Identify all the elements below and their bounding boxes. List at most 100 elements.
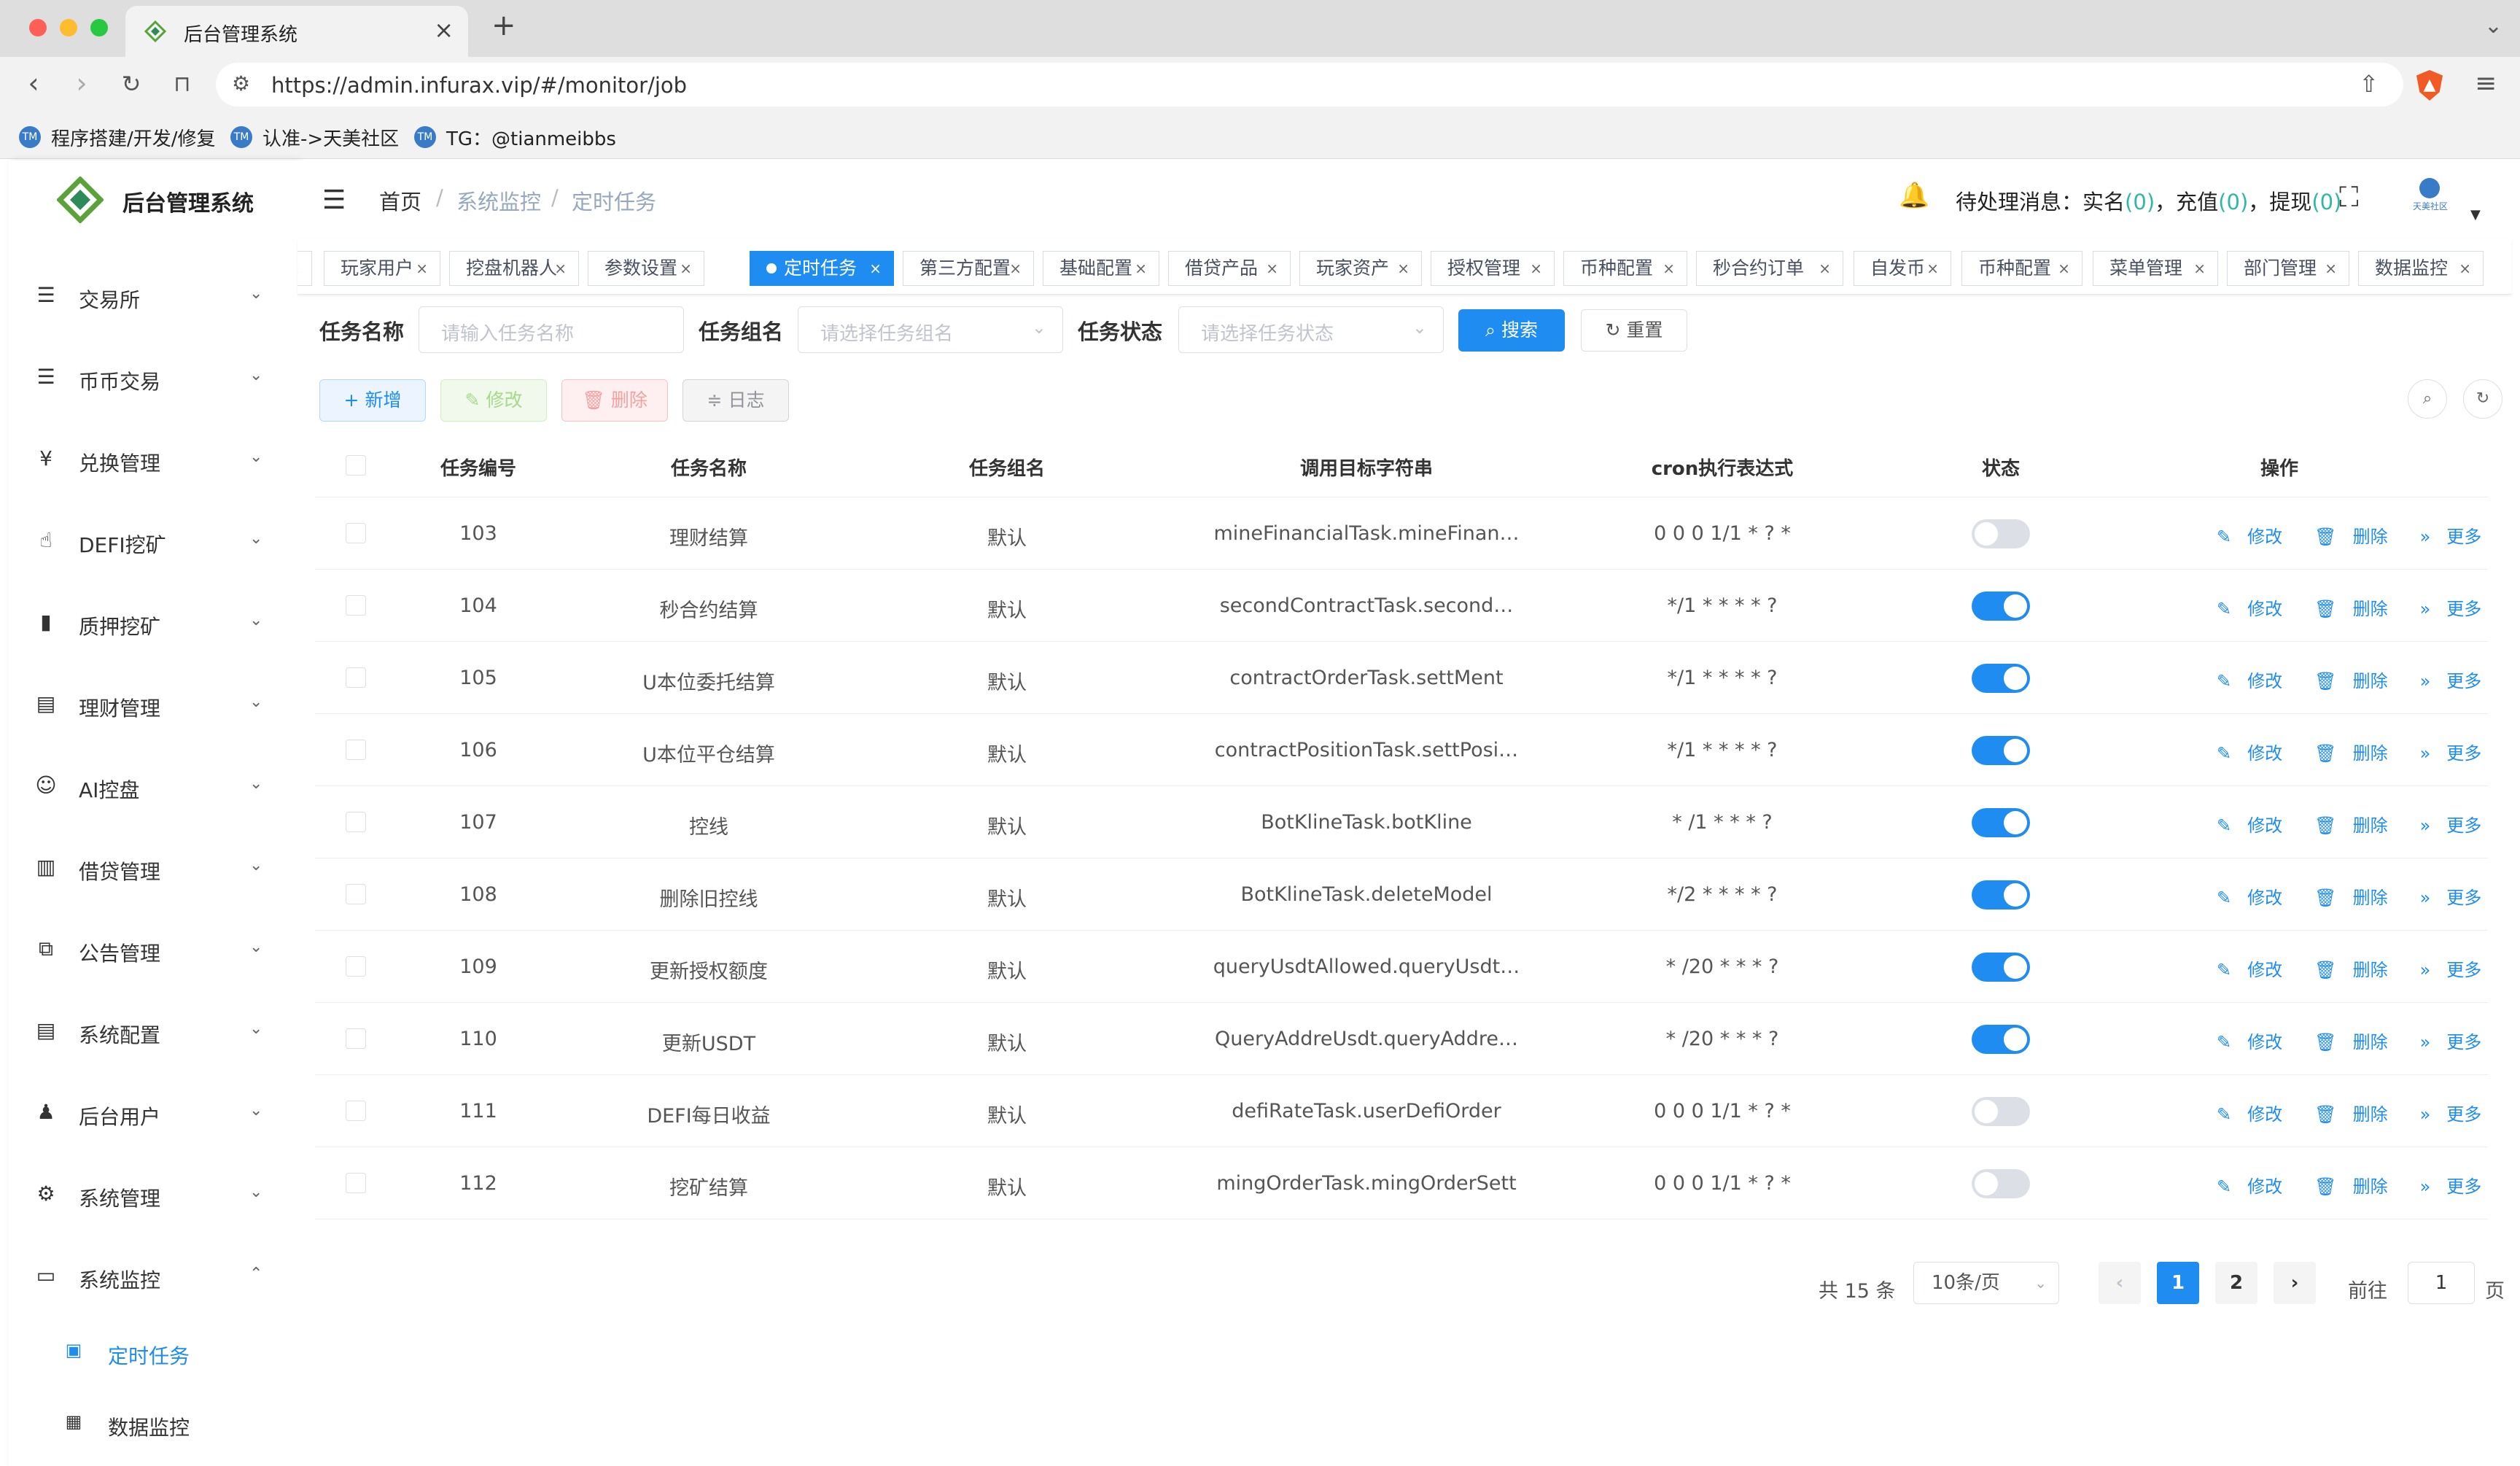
- select-all-checkbox[interactable]: [346, 455, 366, 476]
- page-size-select[interactable]: 10条/页 ⌄: [1913, 1262, 2059, 1304]
- row-edit-link[interactable]: ✎ 修改: [2217, 1176, 2298, 1197]
- page-button-1[interactable]: 1: [2157, 1262, 2199, 1304]
- close-icon[interactable]: ×: [2058, 252, 2070, 285]
- status-switch[interactable]: [1972, 953, 2030, 982]
- reload-icon[interactable]: ↻: [114, 70, 149, 98]
- row-edit-link[interactable]: ✎ 修改: [2217, 888, 2298, 908]
- goto-page-input[interactable]: 1: [2408, 1262, 2475, 1304]
- close-icon[interactable]: ×: [680, 252, 692, 285]
- sidebar-item-conversion[interactable]: ¥ 兑换管理 ⌄: [9, 422, 298, 495]
- page-button-2[interactable]: 2: [2215, 1262, 2258, 1304]
- close-icon[interactable]: ×: [416, 252, 428, 285]
- row-delete-link[interactable]: 🗑 删除: [2314, 960, 2403, 980]
- browser-tab[interactable]: 后台管理系统 ×: [125, 6, 468, 57]
- sidebar-item-ai-control[interactable]: ☺ AI控盘 ⌄: [9, 748, 298, 821]
- tag-item-partial[interactable]: ×: [298, 251, 312, 286]
- job-name-input[interactable]: 请输入任务名称: [419, 306, 684, 353]
- row-checkbox[interactable]: [346, 884, 366, 904]
- close-icon[interactable]: ×: [1009, 252, 1022, 285]
- sidebar-item-exchange[interactable]: ☰ 交易所 ⌄: [9, 258, 298, 331]
- zoom-window-button[interactable]: [90, 19, 108, 36]
- site-settings-icon[interactable]: ⚙: [232, 71, 250, 96]
- row-more-link[interactable]: » 更多: [2420, 527, 2498, 547]
- row-delete-link[interactable]: 🗑 删除: [2314, 599, 2403, 619]
- close-icon[interactable]: ×: [1397, 252, 1409, 285]
- row-more-link[interactable]: » 更多: [2420, 960, 2498, 980]
- reset-button[interactable]: ↻ 重置: [1581, 309, 1687, 352]
- close-icon[interactable]: ×: [1530, 252, 1542, 285]
- tag-item[interactable]: 第三方配置 ×: [903, 251, 1034, 286]
- bookmark-icon[interactable]: ⊓: [165, 71, 200, 97]
- collapse-menu-icon[interactable]: ☰: [322, 185, 346, 215]
- breadcrumb-system-monitor[interactable]: 系统监控: [456, 185, 541, 216]
- tag-item[interactable]: 玩家资产 ×: [1299, 251, 1422, 286]
- back-icon[interactable]: ‹: [16, 67, 51, 99]
- tag-item[interactable]: 玩家用户 ×: [324, 251, 440, 286]
- tag-item-active[interactable]: 定时任务 ×: [750, 251, 894, 286]
- notice-item-label[interactable]: 提现: [2269, 190, 2311, 214]
- bookmark-item[interactable]: TM 认准->天美社区: [230, 123, 399, 152]
- status-switch[interactable]: [1972, 736, 2030, 765]
- tag-item[interactable]: 参数设置 ×: [588, 251, 704, 286]
- row-checkbox[interactable]: [346, 595, 366, 616]
- close-window-button[interactable]: [29, 19, 47, 36]
- close-icon[interactable]: ×: [1135, 252, 1147, 285]
- tag-item[interactable]: 借贷产品 ×: [1168, 251, 1291, 286]
- share-icon[interactable]: ⇧: [2359, 70, 2379, 98]
- row-delete-link[interactable]: 🗑 删除: [2314, 1104, 2403, 1125]
- sidebar-item-system-config[interactable]: ▤ 系统配置 ⌄: [9, 993, 298, 1066]
- close-icon[interactable]: ×: [1819, 252, 1831, 285]
- forward-icon[interactable]: ›: [64, 67, 99, 99]
- tag-item[interactable]: 基础配置 ×: [1043, 251, 1159, 286]
- tag-item[interactable]: 菜单管理 ×: [2093, 251, 2218, 286]
- row-edit-link[interactable]: ✎ 修改: [2217, 527, 2298, 547]
- close-icon[interactable]: ×: [2325, 252, 2337, 285]
- close-icon[interactable]: ×: [554, 252, 567, 285]
- row-delete-link[interactable]: 🗑 删除: [2314, 815, 2403, 836]
- brave-shield-icon[interactable]: ▲: [2416, 70, 2443, 101]
- row-delete-link[interactable]: 🗑 删除: [2314, 1032, 2403, 1052]
- caret-down-icon[interactable]: ▼: [2470, 207, 2481, 222]
- row-edit-link[interactable]: ✎ 修改: [2217, 815, 2298, 836]
- tag-item[interactable]: 挖盘机器人 ×: [449, 251, 579, 286]
- minimize-window-button[interactable]: [60, 19, 77, 36]
- search-button[interactable]: ⌕ 搜索: [1458, 309, 1565, 352]
- row-checkbox[interactable]: [346, 740, 366, 760]
- close-icon[interactable]: ×: [1662, 252, 1675, 285]
- sidebar-item-staking[interactable]: ▮ 质押挖矿 ⌄: [9, 585, 298, 658]
- sidebar-item-admin-users[interactable]: ♟ 后台用户 ⌄: [9, 1075, 298, 1148]
- notice-item-label[interactable]: 实名: [2082, 190, 2125, 214]
- status-switch[interactable]: [1972, 1169, 2030, 1198]
- status-switch[interactable]: [1972, 664, 2030, 693]
- notice-count[interactable]: 0: [2227, 190, 2240, 214]
- row-more-link[interactable]: » 更多: [2420, 599, 2498, 619]
- row-more-link[interactable]: » 更多: [2420, 1176, 2498, 1197]
- sidebar-item-system-management[interactable]: ⚙ 系统管理 ⌄: [9, 1157, 298, 1230]
- breadcrumb-home[interactable]: 首页: [379, 185, 421, 216]
- tag-item[interactable]: 秒合约订单 ×: [1696, 251, 1843, 286]
- row-checkbox[interactable]: [346, 812, 366, 832]
- sidebar-item-finance[interactable]: ▤ 理财管理 ⌄: [9, 667, 298, 740]
- sidebar-item-announcements[interactable]: ⧉ 公告管理 ⌄: [9, 912, 298, 985]
- bell-icon[interactable]: 🔔: [1899, 181, 1929, 210]
- status-switch[interactable]: [1972, 880, 2030, 910]
- close-icon[interactable]: ×: [869, 252, 882, 285]
- new-tab-icon[interactable]: +: [491, 9, 516, 42]
- row-more-link[interactable]: » 更多: [2420, 743, 2498, 764]
- close-icon[interactable]: ×: [1926, 252, 1939, 285]
- row-more-link[interactable]: » 更多: [2420, 815, 2498, 836]
- fullscreen-icon[interactable]: ⛶: [2339, 181, 2359, 214]
- tab-list-chevron-icon[interactable]: ⌄: [2484, 13, 2502, 39]
- tag-item[interactable]: 数据监控 ×: [2358, 251, 2484, 286]
- tag-item[interactable]: 币种配置 ×: [1961, 251, 2082, 286]
- close-icon[interactable]: ×: [298, 252, 300, 285]
- status-switch[interactable]: [1972, 1097, 2030, 1126]
- status-switch[interactable]: [1972, 1025, 2030, 1054]
- row-checkbox[interactable]: [346, 956, 366, 977]
- bookmark-item[interactable]: TM 程序搭建/开发/修复: [19, 123, 216, 152]
- close-icon[interactable]: ×: [1266, 252, 1278, 285]
- row-checkbox[interactable]: [346, 523, 366, 543]
- browser-menu-icon[interactable]: ≡: [2475, 69, 2497, 98]
- sidebar-item-system-monitor[interactable]: ▭ 系统监控 ⌃: [9, 1238, 298, 1311]
- delete-button[interactable]: 🗑 删除: [561, 379, 668, 422]
